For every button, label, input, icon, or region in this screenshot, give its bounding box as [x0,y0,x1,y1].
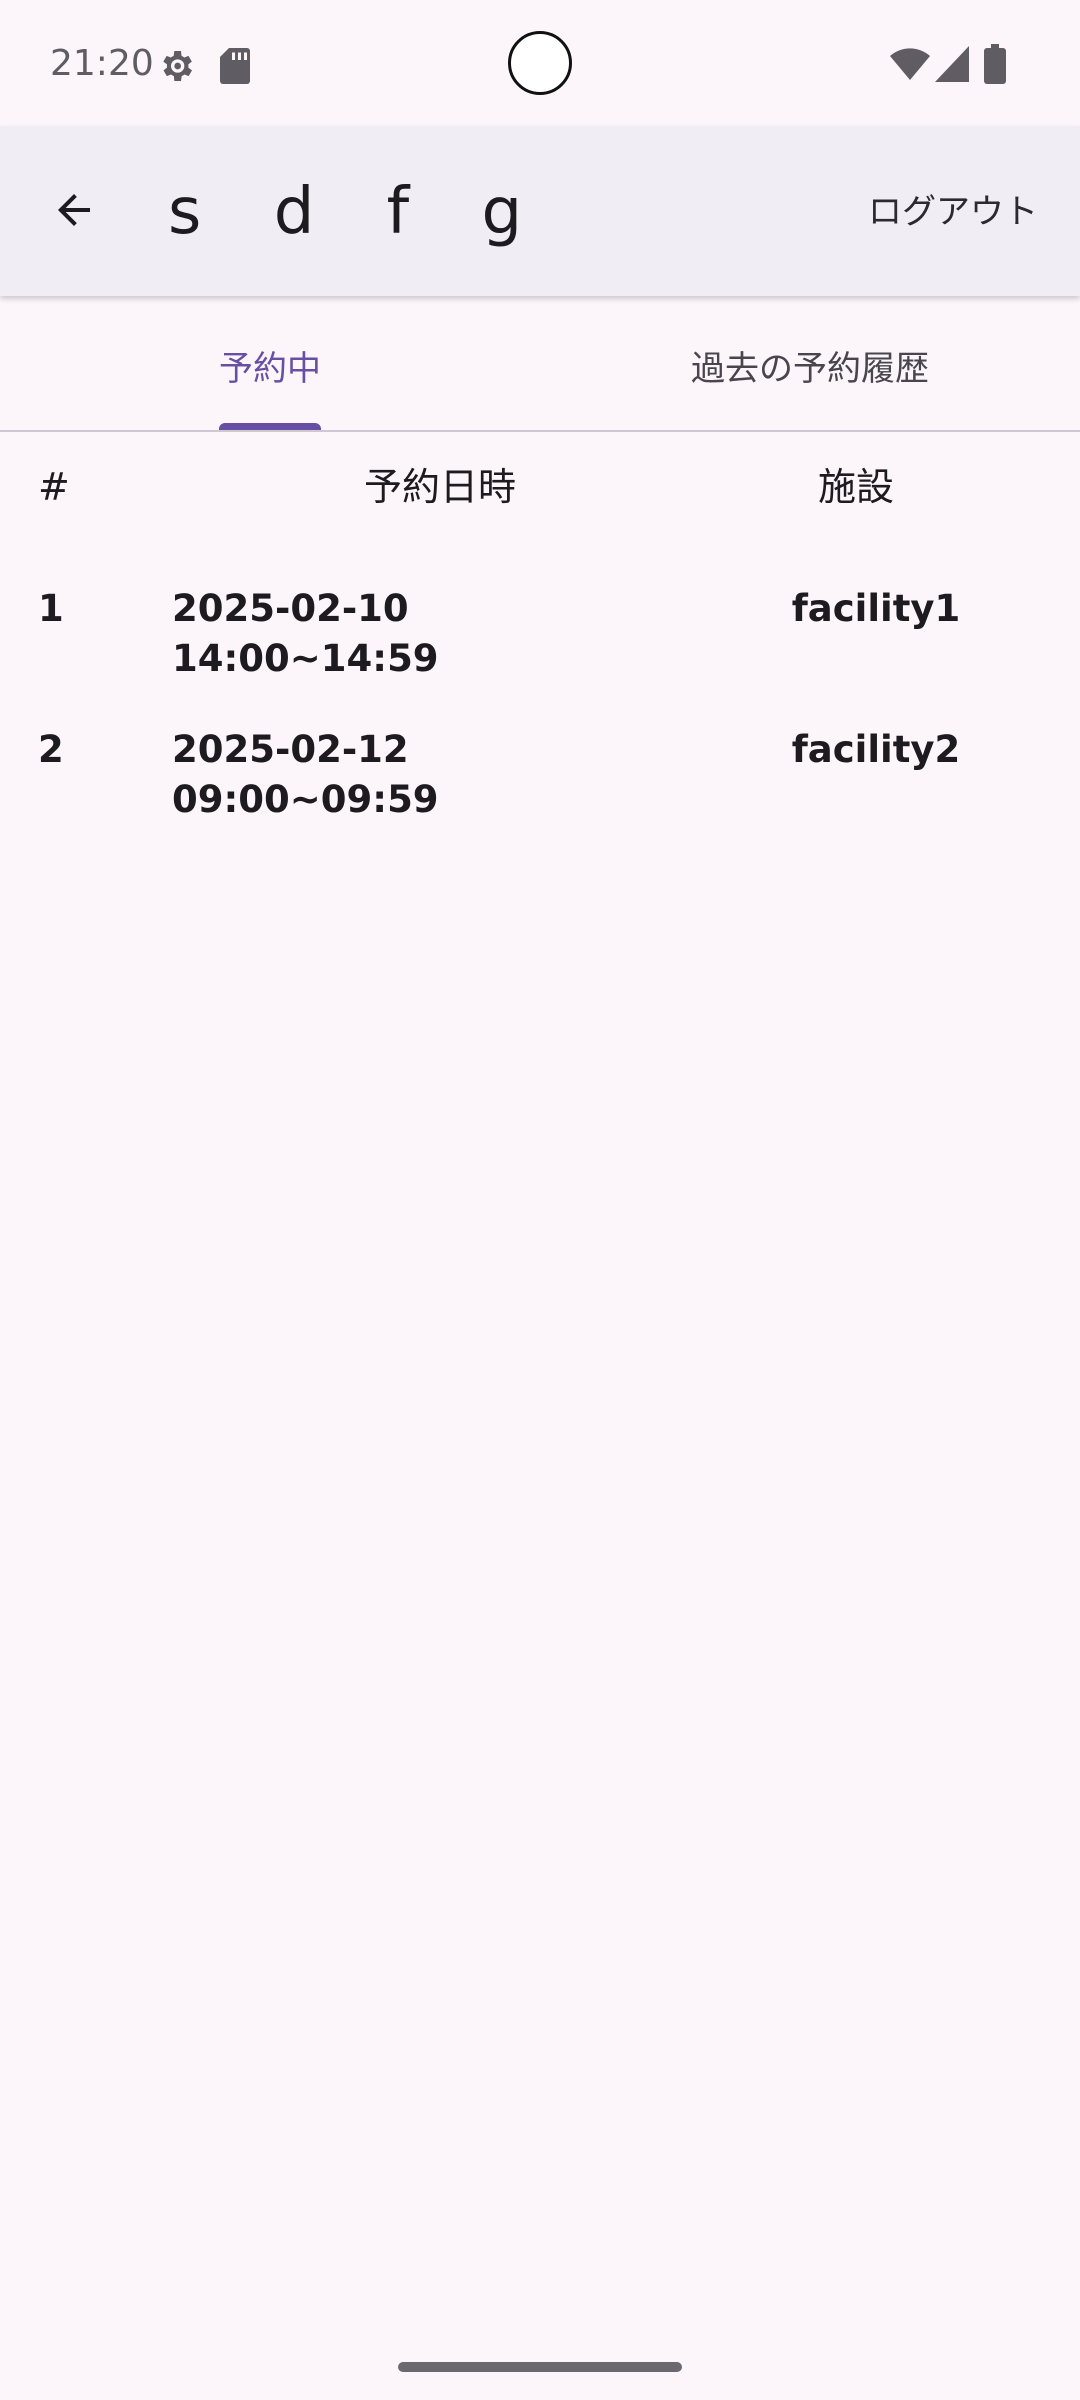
tab-reserved-label: 予約中 [219,348,321,389]
cell-facility: facility2 [791,728,961,771]
tab-reserved[interactable]: 予約中 [0,300,540,430]
column-header-number: # [38,465,70,509]
back-button[interactable] [36,172,112,248]
status-bar: 21:20 [0,0,1080,126]
cell-number: 1 [38,587,64,630]
sd-card-icon [220,48,250,84]
battery-icon [984,44,1006,84]
arrow-back-icon [58,194,90,226]
logout-button[interactable]: ログアウト [848,180,1058,244]
cell-datetime: 2025-02-10 14:00~14:59 [172,587,439,680]
column-header-datetime: 予約日時 [363,465,516,509]
cell-signal-icon [935,46,969,82]
cell-number: 2 [38,728,64,771]
tab-divider [0,430,1080,432]
camera-cutout [508,31,572,95]
settings-gear-icon [163,51,192,81]
tab-history-label: 過去の予約履歴 [691,348,929,389]
status-time: 21:20 [50,43,154,84]
page-title: s d f g [168,175,549,249]
wifi-icon [890,48,930,80]
column-header-facility: 施設 [817,465,894,509]
tab-history[interactable]: 過去の予約履歴 [540,300,1080,430]
screen: 21:20 s d f g ログアウト 予約中 過去の予約履歴 # 予約日時 施… [0,0,1080,2400]
cell-datetime: 2025-02-12 09:00~09:59 [172,728,439,821]
cell-facility: facility1 [791,587,961,630]
home-indicator[interactable] [398,2362,682,2372]
